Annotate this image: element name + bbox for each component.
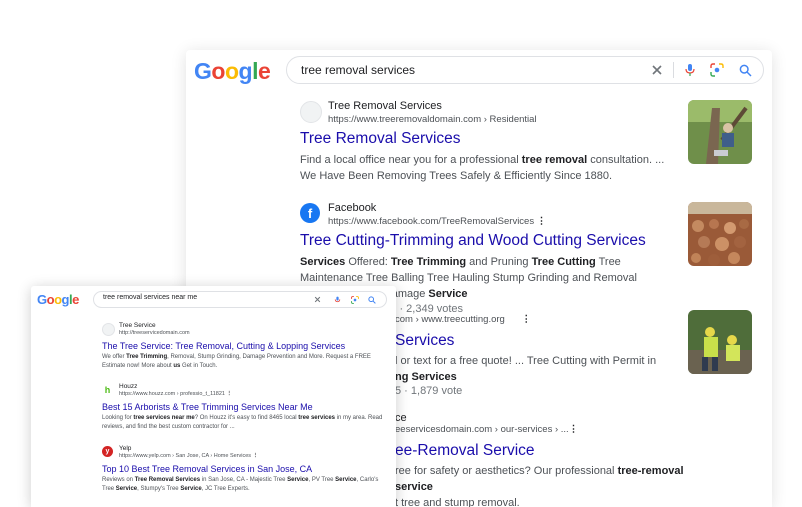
search-icon[interactable] xyxy=(735,60,755,80)
more-icon: ⋮ xyxy=(536,216,547,227)
google-logo[interactable]: Google xyxy=(37,292,79,307)
mic-icon[interactable] xyxy=(332,294,343,305)
lens-icon[interactable] xyxy=(707,60,727,80)
site-name: ce xyxy=(395,412,407,424)
site-url[interactable]: https://www.yelp.com › San Jose, CA › Ho… xyxy=(119,453,258,459)
yelp-icon: y xyxy=(102,446,113,457)
clear-icon[interactable] xyxy=(647,60,667,80)
lens-icon[interactable] xyxy=(349,294,360,305)
result-snippet: We offer Tree Trimming, Removal, Stump G… xyxy=(102,354,371,369)
search-bar[interactable]: tree removal services near me xyxy=(93,291,387,308)
more-icon: ⋮ xyxy=(226,391,233,397)
favicon xyxy=(300,101,322,123)
result-title[interactable]: Top 10 Best Tree Removal Services in San… xyxy=(102,464,387,474)
divider xyxy=(673,62,674,78)
result-snippet: Reviews on Tree Removal Services in San … xyxy=(102,477,379,492)
site-url[interactable]: https://www.treeremovaldomain.com › Resi… xyxy=(328,114,537,125)
google-logo[interactable]: Google xyxy=(194,58,271,85)
result-snippet: Looking for tree services near me? On Ho… xyxy=(102,415,383,430)
result-snippet: Find a local office near you for a profe… xyxy=(300,154,665,182)
result-title[interactable]: Best 15 Arborists & Tree Trimming Servic… xyxy=(102,402,387,412)
search-result: Tree Service http://treeservicedomain.co… xyxy=(102,322,387,371)
search-result: Tree Removal Services https://www.treere… xyxy=(300,100,680,184)
clear-icon[interactable] xyxy=(312,294,323,305)
search-input[interactable]: tree removal services xyxy=(301,63,415,77)
result-thumbnail-workers[interactable] xyxy=(688,310,752,374)
result-thumbnail-arborist[interactable] xyxy=(688,100,752,164)
result-title[interactable]: Tree Removal Services xyxy=(300,130,680,148)
search-result: y Yelp https://www.yelp.com › San Jose, … xyxy=(102,445,387,494)
facebook-icon: f xyxy=(300,203,320,223)
result-thumbnail-wood[interactable] xyxy=(688,202,752,266)
site-name: Facebook xyxy=(328,202,377,214)
more-icon: ⋮ xyxy=(521,314,531,325)
site-name: Yelp xyxy=(119,445,132,452)
mic-icon[interactable] xyxy=(680,60,700,80)
site-name: Houzz xyxy=(119,383,138,390)
more-icon: ⋮ xyxy=(568,424,579,435)
search-result: h Houzz https://www.houzz.com › professi… xyxy=(102,383,387,432)
houzz-icon: h xyxy=(102,384,113,395)
result-title[interactable]: Tree Cutting-Trimming and Wood Cutting S… xyxy=(300,232,680,250)
search-input[interactable]: tree removal services near me xyxy=(103,294,197,301)
site-url[interactable]: eeservicesdomain.com › our-services › ..… xyxy=(395,424,772,438)
site-url[interactable]: http://treeservicedomain.com xyxy=(119,330,190,336)
site-url[interactable]: https://www.houzz.com › professio_t_1182… xyxy=(119,391,232,397)
site-url[interactable]: https://www.facebook.com/TreeRemovalServ… xyxy=(328,216,546,227)
favicon xyxy=(102,323,115,336)
result-title[interactable]: The Tree Service: Tree Removal, Cutting … xyxy=(102,341,387,351)
search-icon[interactable] xyxy=(366,294,377,305)
search-bar[interactable]: tree removal services xyxy=(286,56,764,84)
front-browser-window: Google tree removal services near me Tre… xyxy=(31,286,396,507)
more-icon: ⋮ xyxy=(252,453,259,459)
site-name: Tree Service xyxy=(119,322,156,329)
site-name: Tree Removal Services xyxy=(328,100,442,112)
